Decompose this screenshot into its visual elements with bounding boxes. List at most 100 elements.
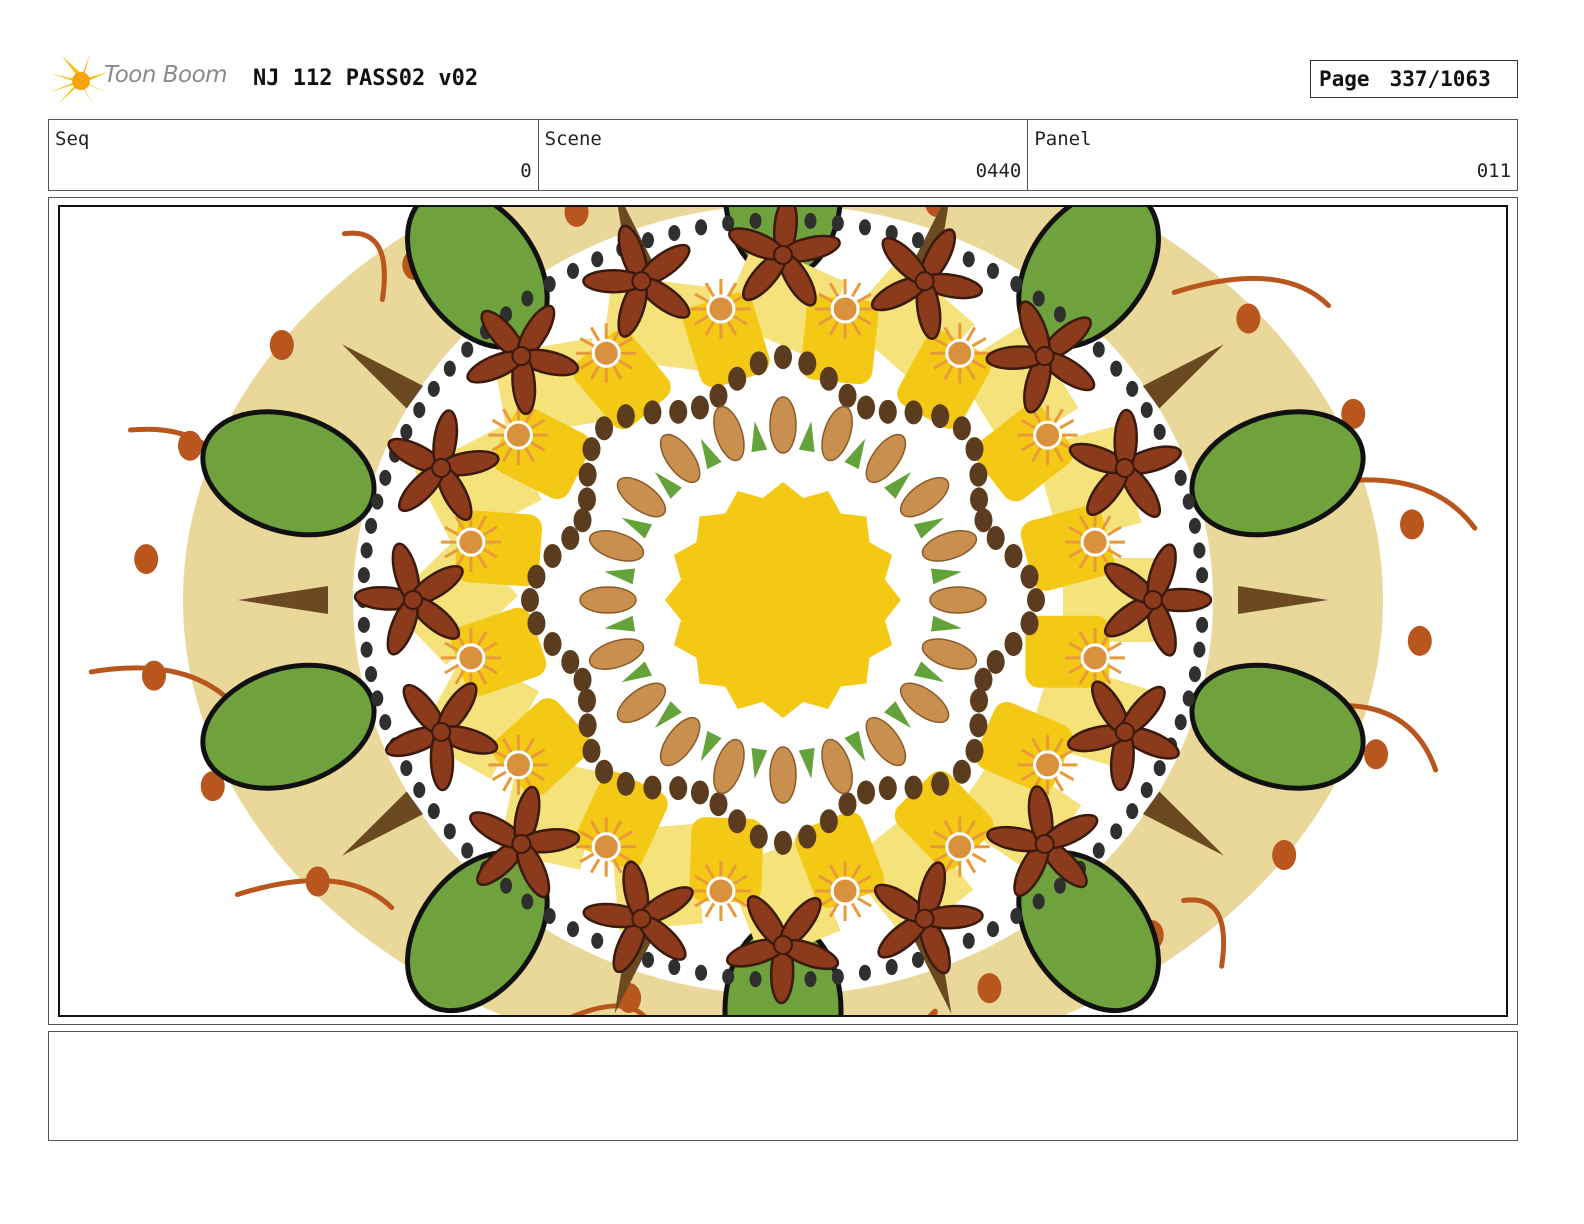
almond-icon [769, 746, 797, 804]
black-dot-icon [987, 262, 999, 279]
flower-center [945, 338, 975, 368]
flower-center [1033, 420, 1063, 450]
black-dot-icon [1140, 782, 1153, 798]
coffee-bean-icon [728, 809, 747, 834]
black-dot-icon [885, 959, 898, 976]
coffee-bean-icon [543, 543, 562, 568]
anise-center [631, 271, 652, 292]
coffee-bean-icon [582, 738, 601, 763]
black-dot-icon [804, 971, 817, 988]
coffee-bean-icon [616, 404, 635, 429]
page-label: Page [1319, 67, 1370, 91]
orange-seed-icon [1272, 839, 1297, 870]
coffee-bean-icon [931, 771, 950, 796]
coffee-bean-icon [878, 776, 897, 801]
flower-center [1080, 643, 1110, 673]
black-dot-icon [1153, 760, 1166, 777]
orange-seed-icon [269, 330, 294, 361]
coffee-bean-icon [774, 345, 792, 370]
black-dot-icon [1188, 517, 1201, 534]
flower-center [503, 420, 533, 450]
coffee-bean-icon [709, 792, 728, 817]
coffee-bean-icon [774, 830, 792, 855]
coffee-bean-icon [595, 759, 614, 784]
coffee-bean-icon [527, 564, 546, 589]
black-dot-icon [379, 469, 392, 486]
coffee-bean-icon [521, 588, 539, 612]
black-dot-icon [400, 760, 413, 777]
coffee-bean-icon [1004, 632, 1023, 657]
coffee-bean-icon [931, 404, 950, 429]
anise-center [431, 722, 452, 743]
black-dot-icon [365, 517, 378, 534]
coffee-bean-icon [543, 632, 562, 657]
black-dot-icon [567, 262, 579, 279]
black-dot-icon [831, 968, 844, 985]
panel-label: Panel [1034, 128, 1092, 150]
coffee-bean-icon [838, 792, 857, 817]
coffee-bean-icon [819, 809, 838, 834]
coffee-bean-icon [616, 771, 635, 796]
scene-cell: Scene 0440 [539, 120, 1029, 190]
black-dot-icon [461, 341, 474, 358]
coffee-bean-icon [798, 824, 817, 849]
black-dot-icon [1126, 803, 1139, 820]
black-dot-icon [500, 877, 513, 894]
coffee-bean-icon [952, 759, 971, 784]
black-dot-icon [365, 666, 378, 683]
black-dot-icon [543, 907, 556, 924]
coffee-bean-icon [749, 351, 768, 376]
black-dot-icon [357, 567, 370, 584]
logo-text: Toon Boom [104, 62, 228, 88]
anise-center [511, 833, 532, 854]
black-dot-icon [521, 290, 534, 307]
black-dot-icon [1032, 290, 1045, 307]
black-dot-icon [912, 951, 925, 968]
black-dot-icon [831, 215, 844, 232]
coffee-bean-icon [573, 667, 592, 692]
black-dot-icon [858, 219, 871, 236]
orange-seed-icon [134, 544, 159, 575]
coffee-bean-icon [690, 395, 709, 420]
orange-seed-icon [1400, 509, 1425, 540]
black-dot-icon [427, 380, 440, 397]
black-dot-icon [1196, 567, 1209, 584]
flower-center [591, 338, 621, 368]
flower-center [945, 832, 975, 862]
anise-center [1143, 590, 1163, 610]
anise-center [773, 245, 793, 265]
almond-icon [929, 586, 987, 614]
coffee-bean-icon [527, 611, 546, 636]
scene-value: 0440 [975, 160, 1022, 182]
coffee-bean-icon [965, 437, 984, 462]
black-dot-icon [1032, 893, 1045, 910]
page-counter: Page 337/1063 [1310, 60, 1518, 98]
black-dot-icon [567, 921, 579, 938]
coffee-bean-icon [965, 738, 984, 763]
seq-cell: Seq 0 [49, 120, 539, 190]
black-dot-icon [1174, 469, 1187, 486]
coffee-bean-icon [578, 713, 597, 738]
coffee-bean-icon [857, 395, 876, 420]
coffee-bean-icon [1027, 588, 1045, 612]
black-dot-icon [379, 714, 392, 731]
black-dot-icon [371, 493, 384, 510]
coffee-bean-icon [798, 351, 817, 376]
coffee-bean-icon [578, 462, 597, 487]
coffee-bean-icon [1020, 564, 1039, 589]
coffee-bean-icon [974, 667, 993, 692]
black-dot-icon [543, 276, 556, 293]
coffee-bean-icon [643, 775, 662, 800]
anise-center [431, 457, 452, 478]
coffee-bean-icon [561, 526, 580, 551]
black-dot-icon [443, 360, 456, 377]
flower-center [456, 643, 486, 673]
black-dot-icon [1196, 616, 1209, 633]
coffee-bean-icon [969, 713, 988, 738]
flower-center [503, 750, 533, 780]
seq-value: 0 [520, 160, 532, 182]
black-dot-icon [641, 232, 654, 249]
black-dot-icon [1193, 542, 1206, 559]
spice-mandala-illustration [88, 205, 1478, 1017]
black-dot-icon [804, 212, 817, 229]
